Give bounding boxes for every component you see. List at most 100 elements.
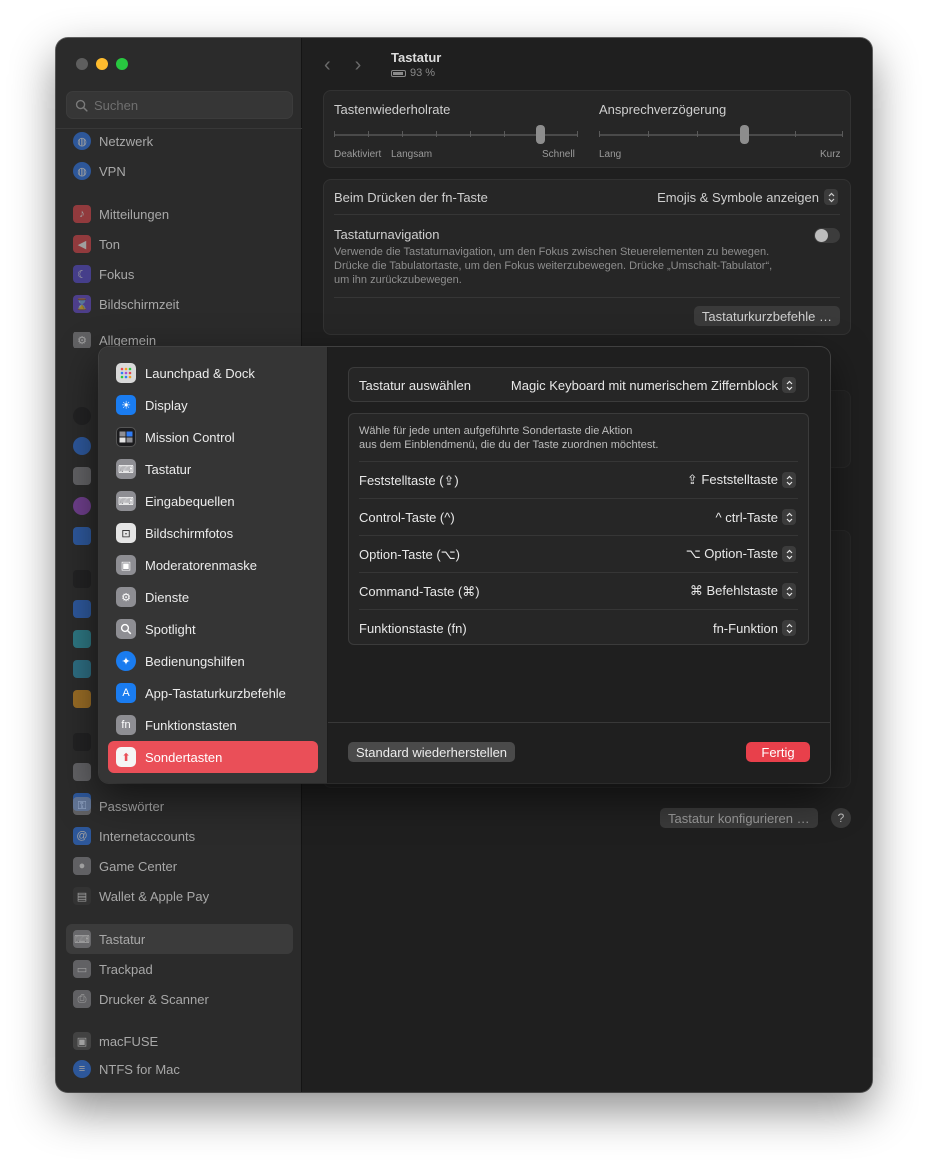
sidebar-item-game-center[interactable]: ● Game Center bbox=[66, 851, 293, 881]
category-dienste[interactable]: ⚙ Dienste bbox=[108, 581, 318, 613]
control-key-label: Control-Taste (^) bbox=[359, 510, 455, 525]
slider-tick bbox=[795, 131, 796, 137]
slider-tick bbox=[470, 131, 471, 137]
caps-lock-value: ⇪ Feststelltaste bbox=[686, 472, 778, 487]
sidebar-item-drucker[interactable]: ⎙ Drucker & Scanner bbox=[66, 984, 293, 1014]
category-funktionstasten[interactable]: fn Funktionstasten bbox=[108, 709, 318, 741]
desktop-dock-icon[interactable] bbox=[73, 570, 91, 588]
category-label: Dienste bbox=[145, 589, 190, 605]
hourglass-icon: ⌛ bbox=[73, 295, 91, 313]
control-key-popup[interactable]: ^ ctrl-Taste bbox=[716, 509, 796, 525]
category-moderatorenmaske[interactable]: ▣ Moderatorenmaske bbox=[108, 549, 318, 581]
privacy-icon[interactable] bbox=[73, 527, 91, 545]
sidebar-item-trackpad[interactable]: ▭ Trackpad bbox=[66, 954, 293, 984]
category-bedienungshilfen[interactable]: ✦ Bedienungshilfen bbox=[108, 645, 318, 677]
category-bildschirmfotos[interactable]: ⊡ Bildschirmfotos bbox=[108, 517, 318, 549]
keyboard-icon: ⌨ bbox=[73, 930, 91, 948]
category-eingabequellen[interactable]: ⌨ Eingabequellen bbox=[108, 485, 318, 517]
forward-icon[interactable]: › bbox=[355, 54, 362, 77]
sidebar-item-internetaccounts[interactable]: @ Internetaccounts bbox=[66, 821, 293, 851]
keyboard-navigation-description: Verwende die Tastaturnavigation, um den … bbox=[334, 245, 772, 287]
back-icon[interactable]: ‹ bbox=[324, 54, 331, 77]
keyboard-shortcuts-button[interactable]: Tastaturkurzbefehle … bbox=[693, 306, 840, 326]
fn-key-popup[interactable]: Emojis & Symbole anzeigen bbox=[657, 189, 838, 205]
presenter-icon: ▣ bbox=[116, 555, 136, 575]
keyboard-navigation-toggle[interactable] bbox=[814, 228, 840, 243]
sidebar-item-mitteilungen[interactable]: ♪ Mitteilungen bbox=[66, 199, 293, 229]
search-input[interactable] bbox=[94, 97, 274, 113]
caps-lock-popup[interactable]: ⇪ Feststelltaste bbox=[687, 472, 796, 488]
restore-defaults-button[interactable]: Standard wiederherstellen bbox=[348, 742, 516, 762]
sidebar-item-vpn[interactable]: ◍ VPN bbox=[66, 156, 293, 186]
option-key-popup[interactable]: ⌥ Option-Taste bbox=[686, 546, 796, 562]
key-repeat-label: Tastenwiederholrate bbox=[334, 102, 451, 117]
category-mission-control[interactable]: Mission Control bbox=[108, 421, 318, 453]
appearance-icon[interactable] bbox=[73, 407, 91, 425]
category-label: Launchpad & Dock bbox=[145, 365, 255, 381]
category-label: Mission Control bbox=[145, 429, 235, 445]
displays-icon[interactable] bbox=[73, 600, 91, 618]
search-field[interactable] bbox=[66, 91, 293, 119]
touch-id-icon[interactable] bbox=[73, 763, 91, 781]
sidebar-item-ton[interactable]: ◀ Ton bbox=[66, 229, 293, 259]
description-line: aus dem Einblendmenü, die du der Taste z… bbox=[359, 439, 659, 451]
sidebar-item-passwoerter[interactable]: ⚿ Passwörter bbox=[66, 791, 293, 821]
battery-status: 93 % bbox=[391, 67, 435, 79]
description-line: Wähle für jede unten aufgeführte Sondert… bbox=[359, 425, 633, 437]
keyboard-icon: ⌨ bbox=[116, 491, 136, 511]
page-title: Tastatur bbox=[391, 50, 442, 65]
accessibility-icon[interactable] bbox=[73, 437, 91, 455]
wallpaper-icon[interactable] bbox=[73, 630, 91, 648]
fn-key-label: Beim Drücken der fn-Taste bbox=[334, 190, 488, 205]
siri-icon[interactable] bbox=[73, 497, 91, 515]
sidebar-item-wallet[interactable]: ▤ Wallet & Apple Pay bbox=[66, 881, 293, 911]
keyboard-select-box: Tastatur auswählen Magic Keyboard mit nu… bbox=[348, 367, 809, 402]
delay-slider[interactable] bbox=[599, 134, 843, 136]
fn-key-popup[interactable]: fn-Funktion bbox=[713, 620, 796, 636]
command-key-value: ⌘ Befehlstaste bbox=[689, 583, 778, 598]
minimize-button[interactable] bbox=[96, 58, 108, 70]
category-app-shortcuts[interactable]: A App-Tastaturkurzbefehle bbox=[108, 677, 318, 709]
sidebar-item-ntfs[interactable]: ≡ NTFS for Mac bbox=[66, 1054, 293, 1084]
at-icon: @ bbox=[73, 827, 91, 845]
sidebar-item-tastatur[interactable]: ⌨ Tastatur bbox=[66, 924, 293, 954]
command-key-popup[interactable]: ⌘ Befehlstaste bbox=[690, 583, 796, 599]
help-button[interactable]: ? bbox=[831, 808, 851, 828]
sidebar-item-fokus[interactable]: ☾ Fokus bbox=[66, 259, 293, 289]
screensaver-icon[interactable] bbox=[73, 660, 91, 678]
sidebar-item-allgemein[interactable]: ⚙ Allgemein bbox=[66, 332, 293, 348]
delay-thumb[interactable] bbox=[740, 125, 749, 144]
sidebar-item-bildschirmzeit[interactable]: ⌛ Bildschirmzeit bbox=[66, 289, 293, 319]
sidebar-item-label: Ton bbox=[99, 236, 120, 252]
caps-lock-label: Feststelltaste (⇪) bbox=[359, 473, 459, 488]
category-tastatur[interactable]: ⌨ Tastatur bbox=[108, 453, 318, 485]
sidebar-item-netzwerk[interactable]: ◍ Netzwerk bbox=[66, 126, 293, 156]
key-repeat-thumb[interactable] bbox=[536, 125, 545, 144]
category-launchpad-dock[interactable]: Launchpad & Dock bbox=[108, 357, 318, 389]
launchpad-icon bbox=[116, 363, 136, 383]
sheet-content: Tastatur auswählen Magic Keyboard mit nu… bbox=[328, 347, 830, 783]
sidebar-item-label: Passwörter bbox=[99, 798, 165, 814]
fn-navigation-group: Beim Drücken der fn-Taste Emojis & Symbo… bbox=[323, 179, 851, 335]
key-repeat-slow-label: Langsam bbox=[391, 149, 433, 160]
sidebar-item-macfuse[interactable]: ▣ macFUSE bbox=[66, 1026, 293, 1056]
control-center-icon[interactable] bbox=[73, 467, 91, 485]
lock-screen-icon[interactable] bbox=[73, 733, 91, 751]
divider bbox=[359, 461, 798, 462]
category-label: Bedienungshilfen bbox=[145, 653, 245, 669]
modifier-keys-description: Wähle für jede unten aufgeführte Sondert… bbox=[359, 424, 658, 452]
configure-keyboard-button[interactable]: Tastatur konfigurieren … bbox=[660, 808, 818, 828]
sidebar-item-label: Trackpad bbox=[99, 961, 153, 977]
globe-icon: ◍ bbox=[73, 132, 91, 150]
category-spotlight[interactable]: Spotlight bbox=[108, 613, 318, 645]
category-label: Tastatur bbox=[145, 461, 192, 477]
category-sondertasten[interactable]: ⬆ Sondertasten bbox=[108, 741, 318, 773]
close-button[interactable] bbox=[76, 58, 88, 70]
wallet-icon: ▤ bbox=[73, 887, 91, 905]
keyboard-select-popup[interactable]: Magic Keyboard mit numerischem Ziffernbl… bbox=[511, 377, 796, 393]
category-display[interactable]: ☀ Display bbox=[108, 389, 318, 421]
zoom-button[interactable] bbox=[116, 58, 128, 70]
done-button[interactable]: Fertig bbox=[746, 742, 810, 762]
energy-icon[interactable] bbox=[73, 690, 91, 708]
printer-icon: ⎙ bbox=[73, 990, 91, 1008]
